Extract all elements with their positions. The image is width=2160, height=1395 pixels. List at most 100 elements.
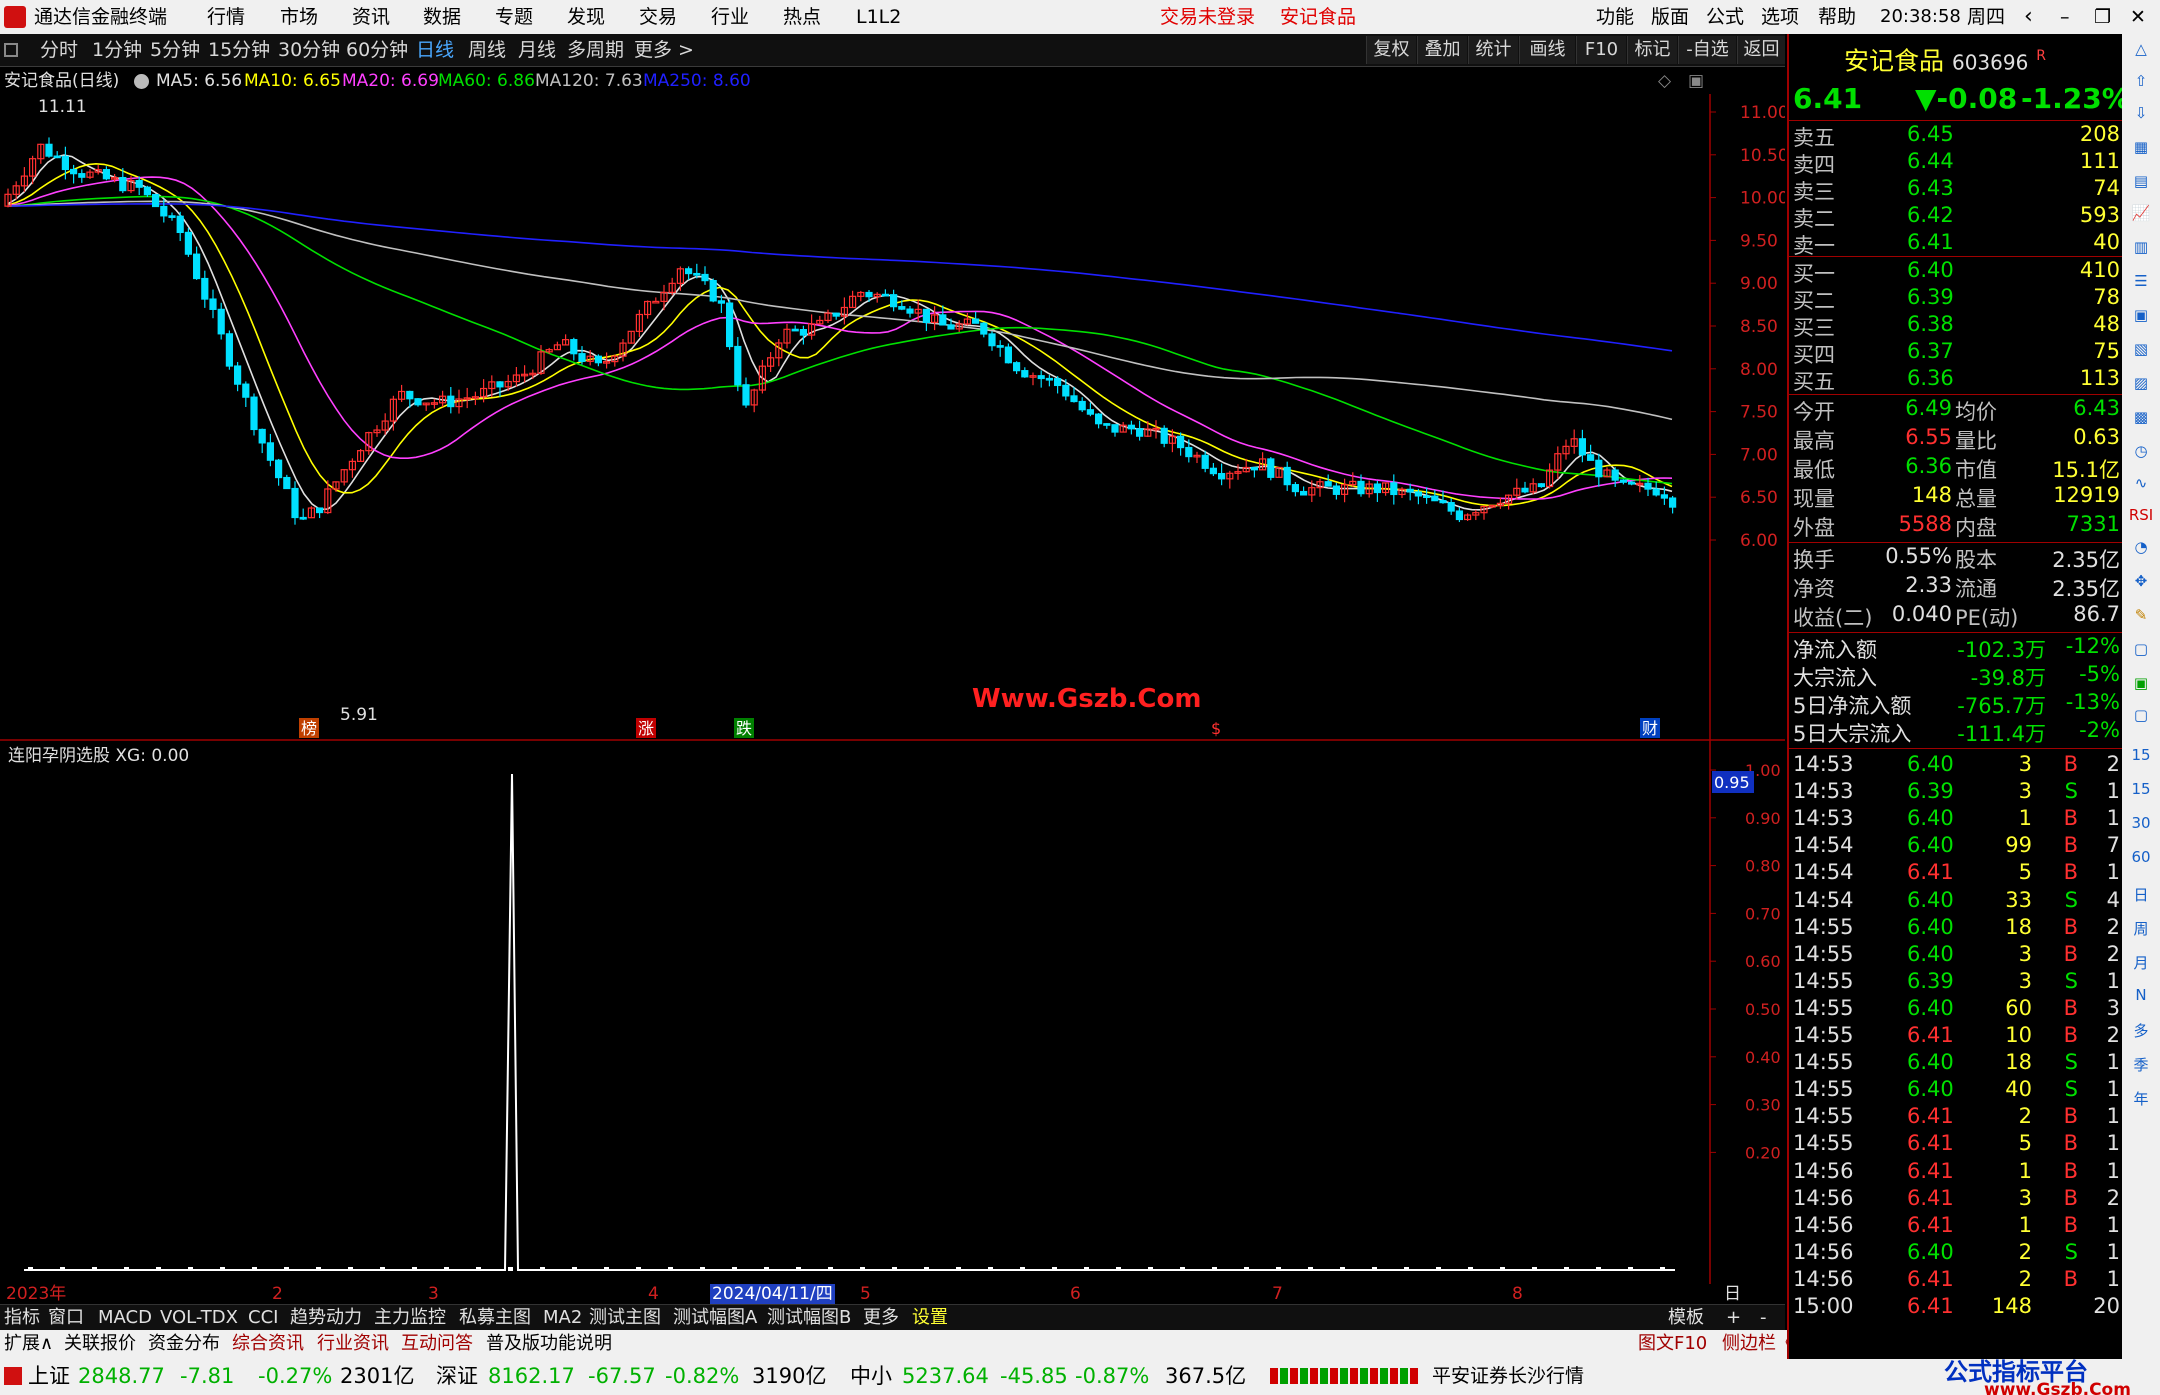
tool-back[interactable]: 返回 [1737,36,1785,64]
kline-chart[interactable]: 11.00 10.50 10.00 9.50 9.00 8.50 8.00 7.50 7.00 6… [0,94,1785,1284]
rsi-icon[interactable]: RSI [2127,506,2155,524]
period-year[interactable]: 年 [2127,1088,2155,1109]
btab-macd[interactable]: MACD [98,1305,152,1331]
back-icon[interactable]: ‹ [2024,0,2033,34]
grid-icon[interactable]: ▦ [2127,138,2155,156]
btab-ma2[interactable]: MA2 [543,1305,582,1331]
period-season[interactable]: 季 [2127,1054,2155,1075]
menu-item-quotes[interactable]: 行情 [207,0,245,34]
period-multi[interactable]: 多 [2127,1020,2155,1041]
menu-item-news[interactable]: 资讯 [352,0,390,34]
btab-monitor[interactable]: 主力监控 [374,1305,446,1331]
tab-1min[interactable]: 1分钟 [92,34,142,67]
tab-multi-period[interactable]: 多周期 [567,34,624,67]
btab-test-a[interactable]: 测试幅图A [673,1305,757,1331]
btab-test-b[interactable]: 测试幅图B [767,1305,851,1331]
tab-news[interactable]: 综合资讯 [232,1330,304,1358]
pen-icon[interactable]: ✎ [2127,606,2155,624]
tab-5min[interactable]: 5分钟 [150,34,200,67]
expand-icon[interactable]: ◇ [1658,68,1671,94]
pie-icon[interactable]: ◔ [2127,538,2155,556]
period-1[interactable]: 15 [2127,746,2155,764]
tab-expand[interactable]: 扩展∧ [4,1330,53,1358]
tab-monthly[interactable]: 月线 [518,34,556,67]
up-icon[interactable]: ⇧ [2127,72,2155,90]
news-icon[interactable]: ▧ [2127,340,2155,358]
menu-item-data[interactable]: 数据 [423,0,461,34]
menu-formula[interactable]: 公式 [1706,0,1744,34]
fs-icon[interactable]: ▢ [2127,640,2155,658]
menu-item-trade[interactable]: 交易 [639,0,677,34]
fz-icon[interactable]: ▩ [2127,408,2155,426]
menu-item-l1l2[interactable]: L1L2 [856,0,901,34]
box-icon[interactable]: ▢ [2127,706,2155,724]
up-arrow-icon[interactable]: △ [2127,40,2155,58]
tab-sidebar[interactable]: 侧边栏《 [1722,1330,1794,1358]
table-icon[interactable]: ▤ [2127,172,2155,190]
btab-window[interactable]: 窗口 [48,1305,84,1331]
tab-15min[interactable]: 15分钟 [208,34,270,67]
green-icon[interactable]: ▣ [2127,674,2155,692]
btab-cci[interactable]: CCI [248,1305,278,1331]
btab-more[interactable]: 更多 [863,1305,899,1331]
tab-funds[interactable]: 资金分布 [148,1330,220,1358]
period-30[interactable]: 30 [2127,814,2155,832]
btab-vol[interactable]: VOL-TDX [160,1305,238,1331]
btab-test-main[interactable]: 测试主图 [589,1305,661,1331]
tool-statistics[interactable]: 统计 [1468,36,1518,64]
tab-related[interactable]: 关联报价 [64,1330,136,1358]
candle-icon[interactable]: ▥ [2127,238,2155,256]
settings-dot-icon[interactable] [134,74,149,89]
move-icon[interactable]: ✥ [2127,572,2155,590]
wave-icon[interactable]: ∿ [2127,474,2155,492]
menu-item-hot[interactable]: 热点 [783,0,821,34]
menu-options[interactable]: 选项 [1761,0,1799,34]
period-n[interactable]: N [2127,986,2155,1004]
tab-daily[interactable]: 日线 [416,34,454,67]
tab-30min[interactable]: 30分钟 [278,34,340,67]
panel-toggle-icon[interactable] [4,43,18,57]
close-icon[interactable]: ✕ [2130,0,2146,34]
tool-restore-rights[interactable]: 复权 [1366,36,1416,64]
btab-remove[interactable]: - [1760,1305,1767,1331]
login-status[interactable]: 交易未登录 [1160,0,1255,34]
menu-item-market[interactable]: 市场 [280,0,318,34]
tool-watchlist[interactable]: -自选 [1678,36,1736,64]
tab-60min[interactable]: 60分钟 [346,34,408,67]
tool-draw[interactable]: 画线 [1519,36,1575,64]
tab-qa[interactable]: 互动问答 [401,1330,473,1358]
period-month[interactable]: 月 [2127,952,2155,973]
btab-private[interactable]: 私募主图 [459,1305,531,1331]
collapse-icon[interactable]: ▣ [1688,68,1704,94]
fin-icon[interactable]: ▣ [2127,306,2155,324]
menu-item-industry[interactable]: 行业 [711,0,749,34]
tab-more[interactable]: 更多 > [634,34,694,67]
menu-item-discover[interactable]: 发现 [567,0,605,34]
period-60[interactable]: 60 [2127,848,2155,866]
restore-icon[interactable]: ❐ [2094,0,2111,34]
tab-timeshare[interactable]: 分时 [40,34,78,67]
menu-layout[interactable]: 版面 [1651,0,1689,34]
line-chart-icon[interactable]: 📈 [2127,204,2155,222]
tab-f10-text[interactable]: 图文F10 [1638,1330,1707,1358]
btab-indicator[interactable]: 指标 [4,1305,40,1331]
btab-settings[interactable]: 设置 [912,1305,948,1331]
period-week[interactable]: 周 [2127,918,2155,939]
menu-function[interactable]: 功能 [1596,0,1634,34]
clock-icon[interactable]: ◷ [2127,442,2155,460]
tool-overlay[interactable]: 叠加 [1417,36,1467,64]
tab-help[interactable]: 普及版功能说明 [486,1330,612,1358]
btab-trend[interactable]: 趋势动力 [290,1305,362,1331]
btab-template[interactable]: 模板 [1668,1305,1704,1331]
f-icon[interactable]: ▨ [2127,374,2155,392]
period-15[interactable]: 15 [2127,780,2155,798]
btab-add[interactable]: + [1726,1305,1741,1331]
minimize-icon[interactable]: – [2060,0,2070,34]
down-icon[interactable]: ⇩ [2127,104,2155,122]
tool-mark[interactable]: 标记 [1627,36,1677,64]
tab-industry-news[interactable]: 行业资讯 [317,1330,389,1358]
menu-help[interactable]: 帮助 [1818,0,1856,34]
list-icon[interactable]: ☰ [2127,272,2155,290]
tab-weekly[interactable]: 周线 [468,34,506,67]
menu-item-topics[interactable]: 专题 [495,0,533,34]
